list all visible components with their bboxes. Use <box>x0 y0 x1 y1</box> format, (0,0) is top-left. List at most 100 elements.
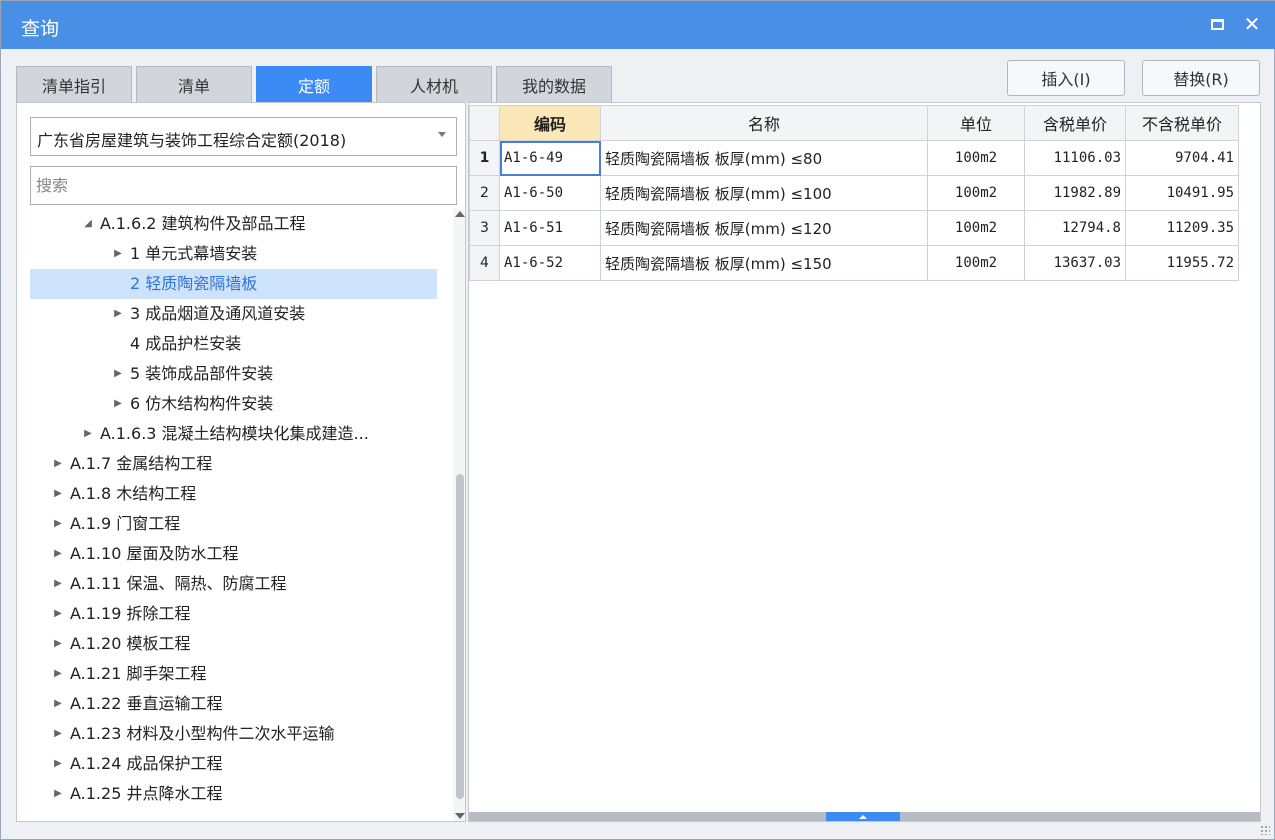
row-number: 4 <box>469 245 500 281</box>
tree-item[interactable]: 2 轻质陶瓷隔墙板 <box>30 269 437 299</box>
tab-list[interactable]: 清单 <box>136 66 252 102</box>
tree-item[interactable]: ▶ 3 成品烟道及通风道安装 <box>30 299 437 329</box>
tree-item-label: A.1.19 拆除工程 <box>70 604 191 623</box>
quota-table: 编码 名称 单位 含税单价 不含税单价 1 A1-6-49 轻质陶瓷隔墙板 板厚… <box>469 105 1239 281</box>
code-cell[interactable]: A1-6-52 <box>499 245 601 281</box>
tree-item-label: 1 单元式幕墙安装 <box>130 244 258 263</box>
quota-library-select[interactable]: 广东省房屋建筑与装饰工程综合定额(2018) <box>30 117 457 156</box>
tree-item-label: 5 装饰成品部件安装 <box>130 364 274 383</box>
tree-item[interactable]: ▶ A.1.7 金属结构工程 <box>30 449 437 479</box>
tree-item[interactable]: ▶ A.1.20 模板工程 <box>30 629 437 659</box>
tree-item-label: 2 轻质陶瓷隔墙板 <box>130 274 258 293</box>
tree-collapsed-icon[interactable]: ▶ <box>52 659 64 689</box>
tree-expanded-icon[interactable]: ◢ <box>82 209 94 239</box>
tax-price-cell[interactable]: 11106.03 <box>1024 140 1126 176</box>
tree-item-label: A.1.20 模板工程 <box>70 634 191 653</box>
tree-collapsed-icon[interactable]: ▶ <box>82 419 94 449</box>
tree-item[interactable]: 4 成品护栏安装 <box>30 329 437 359</box>
tree-item[interactable]: ▶ A.1.21 脚手架工程 <box>30 659 437 689</box>
title-bar[interactable]: 查询 ✕ <box>1 1 1275 49</box>
tree-collapsed-icon[interactable]: ▶ <box>52 509 64 539</box>
tree-collapsed-icon[interactable]: ▶ <box>52 479 64 509</box>
name-cell[interactable]: 轻质陶瓷隔墙板 板厚(mm) ≤120 <box>600 210 928 246</box>
tab-labor-material-machine[interactable]: 人材机 <box>376 66 492 102</box>
tab-quota[interactable]: 定额 <box>256 66 372 102</box>
tree-collapsed-icon[interactable]: ▶ <box>112 299 124 329</box>
tree-item[interactable]: ▶ A.1.25 井点降水工程 <box>30 779 437 809</box>
notax-price-column-header[interactable]: 不含税单价 <box>1125 105 1239 141</box>
tree-item[interactable]: ▶ A.1.19 拆除工程 <box>30 599 437 629</box>
tax-price-cell[interactable]: 12794.8 <box>1024 210 1126 246</box>
tree-item[interactable]: ▶ A.1.23 材料及小型构件二次水平运输 <box>30 719 437 749</box>
unit-cell[interactable]: 100m2 <box>927 245 1025 281</box>
tree-collapsed-icon[interactable]: ▶ <box>52 599 64 629</box>
table-row[interactable]: 4 A1-6-52 轻质陶瓷隔墙板 板厚(mm) ≤150 100m2 1363… <box>469 245 1239 281</box>
code-cell[interactable]: A1-6-50 <box>499 175 601 211</box>
splitter-bar[interactable] <box>469 812 1260 821</box>
tree-collapsed-icon[interactable]: ▶ <box>112 389 124 419</box>
tree-item-label: A.1.24 成品保护工程 <box>70 754 223 773</box>
tree-item[interactable]: ▶ A.1.6.3 混凝土结构模块化集成建造... <box>30 419 437 449</box>
tree-item-label: A.1.10 屋面及防水工程 <box>70 544 239 563</box>
tree-collapsed-icon[interactable]: ▶ <box>52 689 64 719</box>
unit-cell[interactable]: 100m2 <box>927 140 1025 176</box>
name-cell[interactable]: 轻质陶瓷隔墙板 板厚(mm) ≤100 <box>600 175 928 211</box>
notax-price-cell[interactable]: 9704.41 <box>1125 140 1239 176</box>
maximize-icon[interactable] <box>1204 11 1230 37</box>
tree-item-label: 4 成品护栏安装 <box>130 334 242 353</box>
tree-collapsed-icon[interactable]: ▶ <box>52 629 64 659</box>
tax-price-cell[interactable]: 11982.89 <box>1024 175 1126 211</box>
tree-item[interactable]: ▶ 6 仿木结构构件安装 <box>30 389 437 419</box>
tree-scrollbar[interactable] <box>453 209 465 821</box>
tree-item[interactable]: ▶ 1 单元式幕墙安装 <box>30 239 437 269</box>
scroll-thumb[interactable] <box>456 474 464 799</box>
chevron-up-icon <box>859 814 867 819</box>
resize-grip-icon[interactable] <box>1260 825 1270 835</box>
quota-library-value: 广东省房屋建筑与装饰工程综合定额(2018) <box>37 131 347 150</box>
tree-item[interactable]: ▶ A.1.22 垂直运输工程 <box>30 689 437 719</box>
tree-collapsed-icon[interactable]: ▶ <box>112 239 124 269</box>
notax-price-cell[interactable]: 11209.35 <box>1125 210 1239 246</box>
tree-item[interactable]: ▶ A.1.9 门窗工程 <box>30 509 437 539</box>
tax-price-column-header[interactable]: 含税单价 <box>1024 105 1126 141</box>
name-cell[interactable]: 轻质陶瓷隔墙板 板厚(mm) ≤150 <box>600 245 928 281</box>
search-input[interactable] <box>30 166 457 205</box>
splitter-toggle-button[interactable] <box>826 812 900 821</box>
tree-item[interactable]: ▶ 5 装饰成品部件安装 <box>30 359 437 389</box>
table-row[interactable]: 2 A1-6-50 轻质陶瓷隔墙板 板厚(mm) ≤100 100m2 1198… <box>469 175 1239 211</box>
replace-button[interactable]: 替换(R) <box>1142 60 1260 96</box>
insert-button[interactable]: 插入(I) <box>1007 60 1125 96</box>
tree-collapsed-icon[interactable]: ▶ <box>52 719 64 749</box>
unit-cell[interactable]: 100m2 <box>927 210 1025 246</box>
tree-collapsed-icon[interactable]: ▶ <box>112 359 124 389</box>
notax-price-cell[interactable]: 10491.95 <box>1125 175 1239 211</box>
tree-collapsed-icon[interactable]: ▶ <box>52 749 64 779</box>
tree-item[interactable]: ◢ A.1.6.2 建筑构件及部品工程 <box>30 209 437 239</box>
tree-item[interactable]: ▶ A.1.10 屋面及防水工程 <box>30 539 437 569</box>
tree-item-label: A.1.6.3 混凝土结构模块化集成建造... <box>100 424 369 443</box>
unit-cell[interactable]: 100m2 <box>927 175 1025 211</box>
tree-collapsed-icon[interactable]: ▶ <box>52 539 64 569</box>
tree-collapsed-icon[interactable]: ▶ <box>52 569 64 599</box>
code-cell[interactable]: A1-6-49 <box>499 140 601 176</box>
tree-item[interactable]: ▶ A.1.11 保温、隔热、防腐工程 <box>30 569 437 599</box>
tree-item-label: A.1.11 保温、隔热、防腐工程 <box>70 574 287 593</box>
tax-price-cell[interactable]: 13637.03 <box>1024 245 1126 281</box>
tree-collapsed-icon[interactable]: ▶ <box>52 779 64 809</box>
table-row[interactable]: 3 A1-6-51 轻质陶瓷隔墙板 板厚(mm) ≤120 100m2 1279… <box>469 210 1239 246</box>
name-cell[interactable]: 轻质陶瓷隔墙板 板厚(mm) ≤80 <box>600 140 928 176</box>
unit-column-header[interactable]: 单位 <box>927 105 1025 141</box>
close-icon[interactable]: ✕ <box>1239 11 1265 37</box>
code-column-header[interactable]: 编码 <box>499 105 601 141</box>
scroll-down-arrow-icon[interactable] <box>455 813 465 819</box>
table-row[interactable]: 1 A1-6-49 轻质陶瓷隔墙板 板厚(mm) ≤80 100m2 11106… <box>469 140 1239 176</box>
code-cell[interactable]: A1-6-51 <box>499 210 601 246</box>
name-column-header[interactable]: 名称 <box>600 105 928 141</box>
scroll-up-arrow-icon[interactable] <box>455 211 465 217</box>
tab-list-guide[interactable]: 清单指引 <box>16 66 132 102</box>
tree-item[interactable]: ▶ A.1.8 木结构工程 <box>30 479 437 509</box>
notax-price-cell[interactable]: 11955.72 <box>1125 245 1239 281</box>
tree-item[interactable]: ▶ A.1.24 成品保护工程 <box>30 749 437 779</box>
tab-my-data[interactable]: 我的数据 <box>496 66 612 102</box>
tree-collapsed-icon[interactable]: ▶ <box>52 449 64 479</box>
